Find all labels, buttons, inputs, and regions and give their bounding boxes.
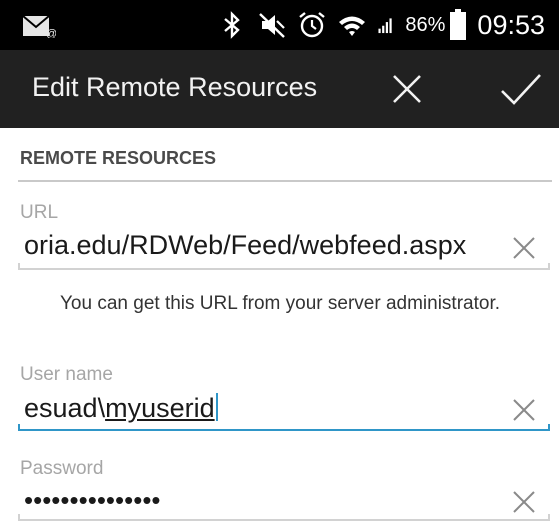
status-icons: 86% 09:53 [217, 0, 559, 50]
clock: 09:53 [477, 9, 545, 40]
username-label: User name [20, 364, 113, 385]
url-input[interactable]: oria.edu/RDWeb/Feed/webfeed.aspx [24, 230, 466, 261]
wifi-icon [339, 16, 366, 36]
url-label: URL [20, 202, 59, 223]
signal-icon [378, 18, 393, 34]
alarm-icon [299, 12, 326, 38]
section-divider [18, 180, 552, 182]
clear-url-icon[interactable] [510, 234, 538, 262]
clear-password-icon[interactable] [510, 488, 538, 516]
action-bar: Edit Remote Resources [0, 50, 559, 128]
text-cursor [215, 393, 218, 421]
clear-username-icon[interactable] [510, 396, 538, 424]
password-underline [18, 514, 550, 521]
url-help-text: You can get this URL from your server ad… [60, 293, 501, 314]
svg-text:@: @ [46, 28, 56, 38]
username-domain: esuad\ [24, 393, 106, 423]
mute-icon [259, 13, 286, 38]
status-bar: @ 86% 0 [0, 0, 559, 50]
battery-icon [450, 9, 467, 40]
gmail-notification-icon: @ [22, 15, 56, 38]
username-underline [18, 424, 550, 431]
check-icon[interactable] [496, 64, 546, 114]
username-input[interactable]: esuad\myuserid [24, 393, 218, 424]
url-underline [18, 263, 550, 270]
password-input[interactable]: ••••••••••••••• [24, 485, 161, 516]
bluetooth-icon [224, 11, 241, 39]
close-icon[interactable] [384, 66, 430, 112]
battery-percent: 86% [405, 13, 446, 36]
password-label: Password [20, 458, 104, 479]
page-title: Edit Remote Resources [32, 72, 318, 102]
username-value: myuserid [105, 393, 215, 423]
section-title: REMOTE RESOURCES [20, 148, 217, 168]
